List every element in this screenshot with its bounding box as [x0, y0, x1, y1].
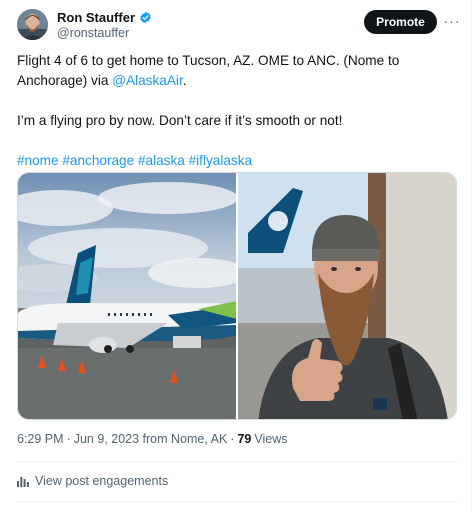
view-engagements-link[interactable]: View post engagements [17, 474, 168, 488]
hashtag-link[interactable]: #iflyalaska [189, 153, 252, 168]
tweet-meta: 6:29 PM · Jun 9, 2023 from Nome, AK · 79… [17, 432, 288, 446]
more-options-icon[interactable]: ··· [444, 12, 460, 30]
mention-link[interactable]: @AlaskaAir [112, 73, 182, 88]
hashtag-row: #nome #anchorage #alaska #iflyalaska [17, 151, 457, 171]
author-name[interactable]: Ron Stauffer [57, 10, 135, 25]
hashtag-link[interactable]: #nome [17, 153, 59, 168]
selfie-thumbs-up-photo[interactable] [238, 173, 456, 419]
views-count: 79 [237, 432, 252, 446]
tweet-text: Flight 4 of 6 to get home to Tucson, AZ.… [17, 51, 457, 171]
tweet-line-1: Flight 4 of 6 to get home to Tucson, AZ.… [17, 51, 457, 91]
tweet-text-segment: Flight 4 of 6 to get home to Tucson, AZ.… [17, 53, 400, 88]
alaska-airlines-plane-photo[interactable] [18, 173, 236, 419]
analytics-bars-icon [17, 476, 29, 487]
avatar-image [17, 9, 48, 40]
author-name-row[interactable]: Ron Stauffer [57, 10, 152, 25]
media-grid [17, 172, 457, 420]
tweet-date-location[interactable]: Jun 9, 2023 from Nome, AK [74, 432, 228, 446]
view-engagements-label[interactable]: View post engagements [35, 474, 168, 488]
hashtag-link[interactable]: #alaska [138, 153, 185, 168]
column-border [471, 0, 472, 511]
hashtag-link[interactable]: #anchorage [62, 153, 134, 168]
views-label: Views [254, 432, 288, 446]
tweet-time[interactable]: 6:29 PM [17, 432, 64, 446]
meta-separator: · [230, 432, 235, 446]
meta-separator: · [66, 432, 71, 446]
divider [17, 501, 457, 502]
promote-button[interactable]: Promote [364, 10, 437, 34]
divider [17, 461, 457, 462]
tweet-card: Ron Stauffer @ronstauffer Promote ··· Fl… [0, 0, 474, 511]
avatar[interactable] [17, 9, 48, 40]
verified-badge-icon [139, 11, 152, 24]
author-handle[interactable]: @ronstauffer [57, 26, 129, 40]
tweet-text-segment: . [182, 73, 187, 88]
tweet-line-2: I’m a flying pro by now. Don’t care if i… [17, 113, 343, 128]
